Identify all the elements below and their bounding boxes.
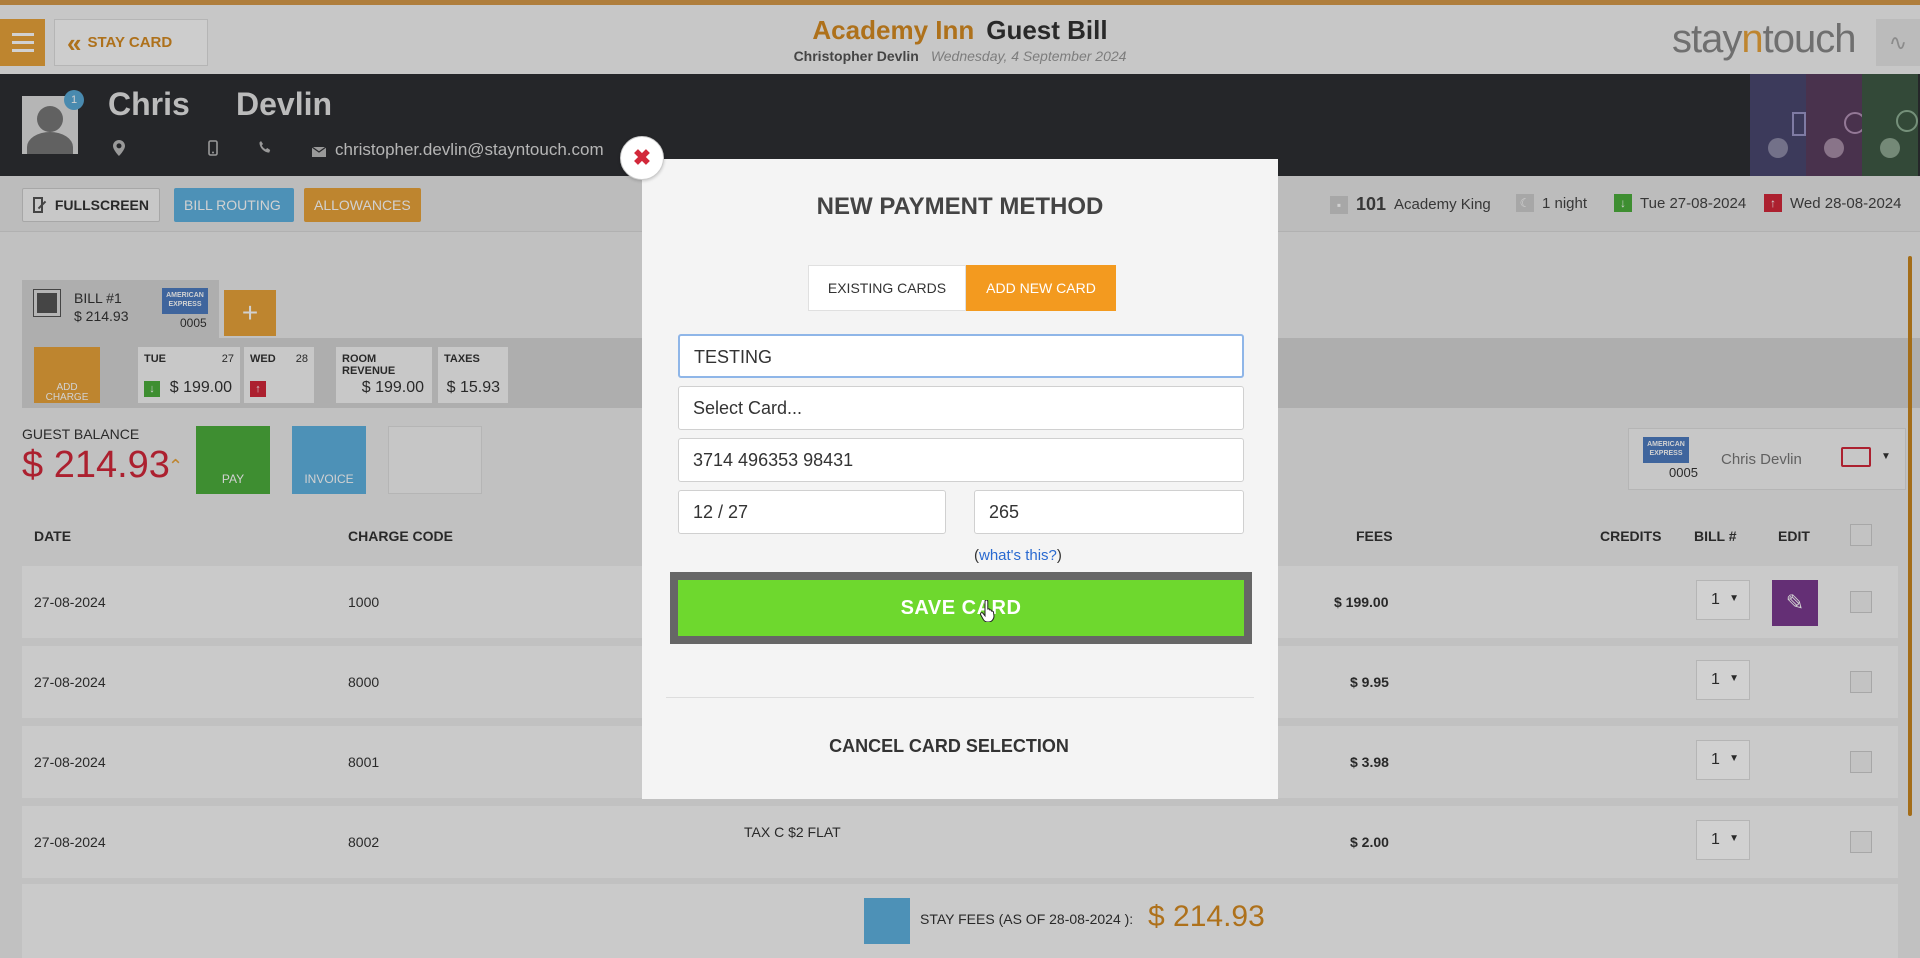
- close-modal-button[interactable]: ✖: [620, 136, 664, 180]
- card-source-toggle: EXISTING CARDS ADD NEW CARD: [808, 265, 1116, 311]
- card-type-select[interactable]: Select Card...: [678, 386, 1244, 430]
- expiry-input[interactable]: 12 / 27: [678, 490, 946, 534]
- tab-add-new-card[interactable]: ADD NEW CARD: [966, 265, 1116, 311]
- save-card-button[interactable]: SAVE CARD: [678, 580, 1244, 636]
- cardholder-name-input[interactable]: TESTING: [678, 334, 1244, 378]
- card-number-input[interactable]: 3714 496353 98431: [678, 438, 1244, 482]
- whats-this-help: (what's this?): [974, 547, 1062, 564]
- close-icon: ✖: [632, 145, 652, 170]
- new-payment-method-modal: NEW PAYMENT METHOD EXISTING CARDS ADD NE…: [642, 159, 1278, 799]
- hand-cursor-icon: [980, 600, 995, 622]
- modal-title: NEW PAYMENT METHOD: [816, 193, 1104, 220]
- cvv-input[interactable]: 265: [974, 490, 1244, 534]
- cancel-card-selection-button[interactable]: CANCEL CARD SELECTION: [642, 736, 1256, 757]
- modal-divider: [666, 697, 1254, 698]
- whats-this-link[interactable]: what's this?: [979, 547, 1057, 564]
- tab-existing-cards[interactable]: EXISTING CARDS: [808, 265, 966, 311]
